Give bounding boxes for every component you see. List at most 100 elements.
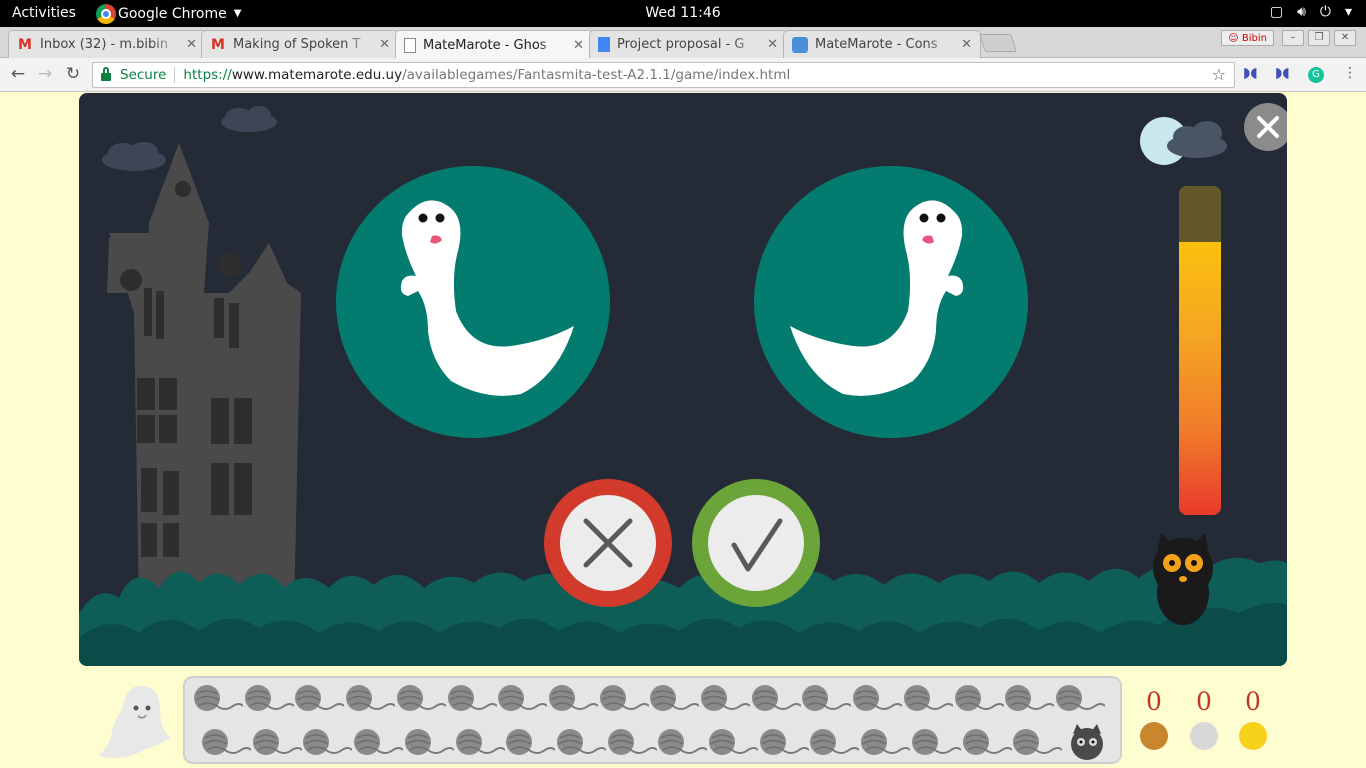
yarn-ball-icon [1004, 684, 1055, 712]
yarn-ball-icon [447, 684, 498, 712]
reload-icon[interactable]: ↻ [62, 63, 84, 85]
checkmark-icon [692, 479, 820, 607]
url-scheme: https:// [183, 67, 232, 83]
divider [174, 67, 176, 83]
yarn-ball-icon [607, 728, 658, 756]
yarn-ball-icon [751, 684, 802, 712]
close-tab-icon[interactable]: ✕ [767, 37, 778, 52]
wrong-answer-button[interactable] [544, 479, 672, 607]
mask-extension-icon[interactable]: ◗◖ [1275, 65, 1290, 81]
yarn-ball-icon [809, 728, 861, 756]
yarn-ball-icon [396, 684, 447, 712]
tab-inbox[interactable]: M Inbox (32) - m.bibin ✕ [8, 30, 206, 58]
url-host: www.matemarote.edu.uy [231, 67, 403, 83]
ghost-facing-left-icon [790, 200, 964, 396]
gmail-icon: M [18, 36, 32, 53]
yarn-ball-icon [599, 684, 650, 712]
close-icon [1257, 116, 1279, 138]
gold-medal-count: 0 [1245, 687, 1261, 716]
yarn-ball-icon [455, 728, 506, 756]
yarn-ball-icon [708, 728, 759, 756]
menu-kebab-icon[interactable]: ⋮ [1343, 65, 1357, 81]
minimize-button[interactable]: – [1282, 30, 1304, 46]
tab-strip: M Inbox (32) - m.bibin ✕ M Making of Spo… [0, 27, 1366, 59]
bookmark-star-icon[interactable]: ☆ [1212, 65, 1226, 84]
tab-project-proposal[interactable]: Project proposal - G ✕ [589, 30, 787, 58]
system-top-bar: Activities Google Chrome ▼ Wed 11:46 ▢ 🔊… [0, 0, 1366, 27]
close-tab-icon[interactable]: ✕ [379, 37, 390, 52]
back-arrow-icon[interactable]: ← [7, 63, 29, 85]
yarn-ball-icon [911, 728, 962, 756]
close-window-button[interactable]: ✕ [1334, 30, 1356, 46]
haunted-scene-background [79, 106, 1287, 666]
ghost-card-left[interactable] [336, 166, 610, 438]
x-mark-icon [544, 479, 672, 607]
app-menu[interactable]: Google Chrome ▼ [96, 0, 241, 27]
yarn-ball-icon [903, 684, 954, 712]
maximize-button[interactable]: ❐ [1308, 30, 1330, 46]
correct-answer-button[interactable] [692, 479, 820, 607]
new-tab-button[interactable] [979, 34, 1017, 52]
yarn-ball-icon [657, 728, 709, 756]
close-tab-icon[interactable]: ✕ [961, 37, 972, 52]
silver-medal-count: 0 [1196, 687, 1212, 716]
yarn-ball-icon [759, 728, 810, 756]
system-status-area[interactable]: ▢ 🔊︎ ⏻ ▾ [1270, 4, 1352, 20]
activities-button[interactable]: Activities [12, 5, 76, 21]
timer-elapsed [1179, 186, 1221, 242]
tab-matemarote-cons[interactable]: MateMarote - Cons ✕ [783, 30, 981, 58]
app-name: Google Chrome [118, 5, 227, 22]
yarn-ball-icon [954, 684, 1005, 712]
address-bar[interactable]: Secure https:// www.matemarote.edu.uy /a… [92, 62, 1235, 88]
yarn-ball-icon [700, 684, 751, 712]
url-path: /availablegames/Fantasmita-test-A2.1.1/g… [402, 67, 791, 83]
google-docs-icon [598, 37, 610, 52]
black-cat [1153, 533, 1213, 625]
grammarly-icon[interactable]: G [1308, 67, 1324, 83]
yarn-ball-icon [345, 684, 396, 712]
tab-title: MateMarote - Cons [815, 37, 938, 52]
chrome-icon [96, 3, 116, 24]
tab-title: Making of Spoken T [233, 37, 361, 52]
yarn-ball-icon [497, 684, 548, 712]
yarn-ball-icon [201, 728, 252, 756]
bronze-medal-count: 0 [1146, 687, 1162, 716]
tab-title: MateMarote - Ghos [423, 37, 547, 53]
yarn-ball-icon [193, 684, 244, 712]
yarn-ball-icon [649, 684, 701, 712]
ghost-card-right[interactable] [754, 166, 1028, 438]
yarn-ball-icon [1055, 684, 1106, 712]
tab-making-of-spoken[interactable]: M Making of Spoken T ✕ [201, 30, 399, 58]
profile-button[interactable]: ☺ Bibin [1221, 30, 1274, 46]
forward-arrow-icon[interactable]: → [34, 63, 56, 85]
gold-medal-icon [1239, 722, 1267, 750]
close-tab-icon[interactable]: ✕ [573, 38, 584, 53]
yarn-ball-icon [556, 728, 607, 756]
yarn-ball-icon [244, 684, 295, 712]
yarn-ball-icon [294, 684, 346, 712]
close-game-button[interactable] [1244, 103, 1287, 151]
browser-toolbar: ← → ↻ Secure https:// www.matemarote.edu… [0, 58, 1366, 92]
yarn-ball-icon [252, 728, 303, 756]
window-controls: ☺ Bibin – ❐ ✕ [1221, 30, 1356, 46]
secure-label[interactable]: Secure [120, 67, 166, 83]
power-icon: ⏻ [1319, 4, 1331, 20]
close-tab-icon[interactable]: ✕ [186, 37, 197, 52]
ghost-avatar [88, 680, 178, 765]
bronze-medal-icon [1140, 722, 1168, 750]
yarn-ball-icon [801, 684, 853, 712]
yarn-ball-icon [548, 684, 599, 712]
game-canvas [79, 93, 1287, 666]
cloud [102, 106, 277, 171]
yarn-ball-icon [860, 728, 911, 756]
tab-matemarote-ghost[interactable]: MateMarote - Ghos ✕ [395, 30, 593, 59]
volume-icon: 🔊︎ [1297, 4, 1306, 20]
page-icon [404, 37, 416, 53]
caret-down-icon: ▼ [233, 8, 242, 19]
yarn-ball-icon [353, 728, 404, 756]
mask-extension-icon[interactable]: ◗◖ [1243, 65, 1258, 81]
cat-face-icon [1067, 724, 1103, 760]
silver-medal-counter: 0 [1184, 688, 1224, 763]
lock-icon [101, 67, 111, 81]
bronze-medal-counter: 0 [1134, 688, 1174, 763]
